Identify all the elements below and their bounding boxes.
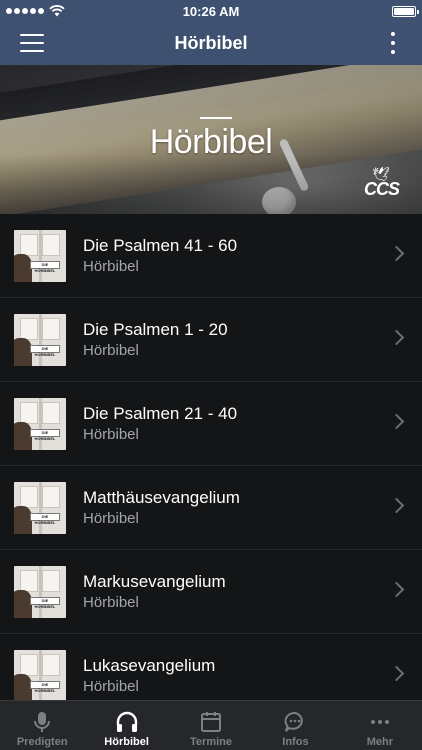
microphone-icon [29, 709, 55, 735]
tab-label: Infos [282, 736, 309, 748]
tab-mehr[interactable]: Mehr [338, 701, 422, 750]
item-subtitle: Hörbibel [83, 426, 139, 443]
chevron-right-icon [388, 329, 405, 346]
tab-hoerbibel[interactable]: Hörbibel [84, 701, 168, 750]
tab-infos[interactable]: Infos [253, 701, 337, 750]
list-item[interactable]: DIE HÖRBIBEL Matthäusevangelium Hörbibel [0, 466, 422, 550]
tab-bar: Predigten Hörbibel Termine Infos Mehr [0, 700, 422, 750]
calendar-icon [198, 709, 224, 735]
item-title: Die Psalmen 1 - 20 [83, 320, 228, 339]
chevron-right-icon [388, 665, 405, 682]
signal-wifi-group [6, 5, 65, 17]
item-thumbnail: DIE HÖRBIBEL [14, 566, 66, 618]
list-item[interactable]: DIE HÖRBIBEL Markusevangelium Hörbibel [0, 550, 422, 634]
battery-icon [392, 5, 419, 17]
thumbnail-label: DIE HÖRBIBEL [30, 597, 60, 609]
tab-termine[interactable]: Termine [169, 701, 253, 750]
banner-title: Hörbibel [149, 123, 273, 161]
thumbnail-label: DIE HÖRBIBEL [30, 513, 60, 525]
list-item[interactable]: DIE HÖRBIBEL Die Psalmen 21 - 40 Hörbibe… [0, 382, 422, 466]
list-item[interactable]: DIE HÖRBIBEL Lukasevangelium Hörbibel [0, 634, 422, 700]
wifi-icon [49, 5, 65, 17]
item-subtitle: Hörbibel [83, 678, 139, 695]
more-vertical-icon[interactable] [390, 32, 396, 54]
chevron-right-icon [388, 581, 405, 598]
item-title: Lukasevangelium [83, 656, 216, 675]
item-subtitle: Hörbibel [83, 594, 139, 611]
item-thumbnail: DIE HÖRBIBEL [14, 230, 66, 282]
page-title: Hörbibel [174, 33, 248, 53]
tab-label: Hörbibel [104, 736, 149, 748]
item-title: Markusevangelium [83, 572, 226, 591]
tab-label: Termine [190, 736, 232, 748]
thumbnail-label: DIE HÖRBIBEL [30, 429, 60, 441]
ccs-logo: 🕊 CCS [364, 166, 404, 200]
banner-divider [200, 117, 232, 119]
tab-predigten[interactable]: Predigten [0, 701, 84, 750]
signal-strength-icon [6, 8, 44, 14]
ccs-logo-text: CCS [364, 179, 400, 199]
status-bar: 10:26 AM [0, 0, 422, 22]
chevron-right-icon [388, 245, 405, 262]
thumbnail-label: DIE HÖRBIBEL [30, 261, 60, 273]
audio-list: DIE HÖRBIBEL Die Psalmen 41 - 60 Hörbibe… [0, 214, 422, 700]
more-horizontal-icon [367, 709, 393, 735]
hamburger-menu-icon[interactable] [20, 34, 44, 52]
list-item[interactable]: DIE HÖRBIBEL Die Psalmen 41 - 60 Hörbibe… [0, 214, 422, 298]
tab-label: Predigten [16, 736, 68, 748]
list-item[interactable]: DIE HÖRBIBEL Die Psalmen 1 - 20 Hörbibel [0, 298, 422, 382]
navigation-bar: Hörbibel [0, 22, 422, 65]
item-title: Die Psalmen 41 - 60 [83, 236, 238, 255]
headphones-icon [114, 709, 140, 735]
item-subtitle: Hörbibel [83, 258, 139, 275]
header-banner-image: Hörbibel 🕊 CCS [0, 65, 422, 214]
chevron-right-icon [388, 497, 405, 514]
item-thumbnail: DIE HÖRBIBEL [14, 650, 66, 700]
tab-label: Mehr [366, 736, 393, 748]
item-thumbnail: DIE HÖRBIBEL [14, 398, 66, 450]
thumbnail-label: DIE HÖRBIBEL [30, 345, 60, 357]
item-subtitle: Hörbibel [83, 342, 139, 359]
item-thumbnail: DIE HÖRBIBEL [14, 482, 66, 534]
thumbnail-label: DIE HÖRBIBEL [30, 681, 60, 693]
item-title: Die Psalmen 21 - 40 [83, 404, 238, 423]
chat-bubble-icon [282, 709, 308, 735]
item-thumbnail: DIE HÖRBIBEL [14, 314, 66, 366]
item-title: Matthäusevangelium [83, 488, 240, 507]
chevron-right-icon [388, 413, 405, 430]
item-subtitle: Hörbibel [83, 510, 139, 527]
